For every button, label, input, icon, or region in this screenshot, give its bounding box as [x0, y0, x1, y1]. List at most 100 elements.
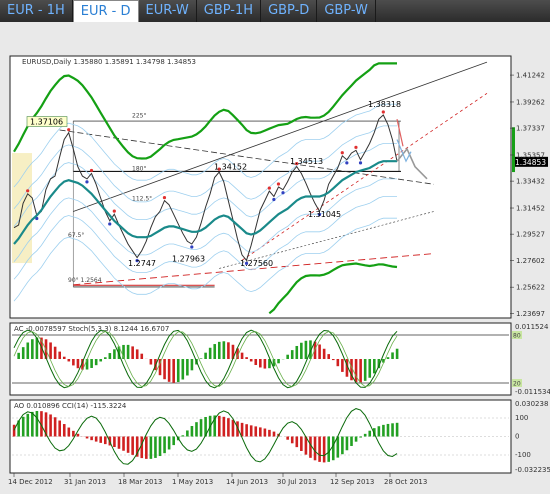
x-tick-label: 12 Sep 2013 [330, 478, 374, 486]
ao-bar [254, 426, 258, 437]
price-annotation: 1.37106 [30, 118, 63, 127]
ac-bar [373, 359, 376, 374]
ao-cci-tick: 100 [515, 414, 528, 422]
ac-bar [126, 344, 130, 359]
tab-gbp-1h[interactable]: GBP-1H [197, 0, 262, 22]
x-tick-label: 1 May 2013 [172, 478, 213, 486]
ac-bar [300, 342, 303, 359]
ao-bar [186, 430, 189, 437]
ao-bar [76, 433, 80, 437]
ao-bar [313, 436, 317, 461]
ao-bar [126, 436, 130, 453]
ao-bar [94, 436, 98, 442]
fractal-down-mark [358, 161, 363, 165]
fractal-down-mark [108, 222, 112, 226]
price-annotation: 225° [132, 113, 146, 120]
ac-bar [222, 341, 226, 359]
level-20-label: 20 [513, 381, 521, 388]
ac-bar [67, 359, 71, 362]
ao-bar [190, 426, 194, 437]
x-tick-label: 31 Jan 2013 [64, 478, 106, 486]
ac-bar [322, 348, 326, 359]
price-annotation: 180° [132, 166, 146, 173]
ac-bar [103, 357, 107, 359]
ao-bar [53, 417, 57, 437]
y-tick-label: 1.41242 [516, 72, 545, 80]
ao-bar [327, 436, 331, 462]
tab-gbp-d[interactable]: GBP-D [261, 0, 318, 22]
ac-bar [31, 339, 34, 359]
right-green-marker [512, 127, 515, 173]
ao-bar [345, 436, 349, 451]
tab-eur-w[interactable]: EUR-W [139, 0, 197, 22]
chart-canvas: EURUSD,Daily 1.35880 1.35891 1.34798 1.3… [0, 22, 550, 494]
y-tick-label: 1.27602 [516, 257, 545, 265]
ac-tick-bottom: -0.011534 [515, 388, 550, 396]
ao-bar [12, 424, 16, 437]
ac-bar [99, 359, 103, 362]
ao-bar [331, 436, 335, 461]
ac-bar [290, 350, 294, 359]
ao-bar [145, 436, 148, 459]
fractal-up-mark [267, 186, 271, 190]
fractal-down-mark [281, 191, 285, 195]
main-header: EURUSD,Daily 1.35880 1.35891 1.34798 1.3… [22, 58, 196, 66]
ac-bar [17, 352, 20, 359]
ac-bar [341, 359, 344, 372]
ac-bar [327, 354, 331, 359]
ac-bar [62, 356, 66, 359]
fractal-up-mark [67, 128, 71, 132]
tab-gbp-w[interactable]: GBP-W [317, 0, 376, 22]
ao-cci-tick: 0.030238 [515, 400, 548, 408]
ac-bar [295, 345, 299, 359]
ao-bar [386, 423, 390, 437]
ao-bar [99, 436, 103, 443]
x-tick-label: 14 Dec 2012 [8, 478, 53, 486]
ac-bar [395, 348, 399, 359]
ao-bar [300, 436, 303, 451]
ao-bar [35, 410, 39, 437]
ac-bar [76, 359, 80, 369]
ao-bar [295, 436, 299, 448]
ac-bar [259, 359, 262, 368]
ao-bar [249, 425, 253, 437]
y-tick-label: 1.39262 [516, 98, 545, 106]
ac-bar [113, 349, 116, 359]
ao-bar [336, 436, 340, 458]
price-annotation: 1.27963 [172, 255, 205, 264]
ao-bar [167, 436, 171, 450]
ao-bar [172, 436, 175, 446]
fractal-up-mark [89, 168, 94, 173]
ao-bar [195, 422, 198, 437]
ao-bar [140, 436, 144, 459]
ao-bar [231, 419, 235, 437]
ac-bar [94, 359, 98, 366]
ao-bar [62, 424, 66, 437]
ac-bar [172, 359, 175, 383]
tab-eur-d[interactable]: EUR - D [72, 0, 139, 23]
ac-bar [167, 359, 171, 382]
ao-bar [163, 436, 166, 454]
ao-cci-tick: 0 [515, 433, 519, 441]
ao-bar [222, 416, 226, 437]
ao-bar [217, 415, 221, 437]
ac-bar [135, 349, 139, 359]
ao-bar [131, 436, 134, 455]
ao-bar [382, 424, 385, 437]
ao-bar [391, 423, 394, 437]
y-tick-label: 1.31452 [516, 205, 545, 213]
timeframe-tabs: EUR - 1H EUR - D EUR-W GBP-1H GBP-D GBP-… [0, 0, 550, 23]
y-tick-label: 1.37337 [516, 125, 545, 133]
ao-bar [363, 433, 367, 437]
ao-bar [158, 436, 162, 457]
tab-eur-1h[interactable]: EUR - 1H [0, 0, 73, 22]
ac-bar [391, 352, 394, 359]
y-tick-label: 1.35357 [516, 151, 545, 159]
ao-bar [58, 420, 61, 437]
ac-bar [21, 347, 25, 359]
ao-bar [72, 430, 75, 437]
ao-bar [122, 436, 125, 451]
ao-bar [318, 436, 321, 462]
ac-bar [176, 359, 180, 383]
ao-bar [272, 431, 276, 437]
